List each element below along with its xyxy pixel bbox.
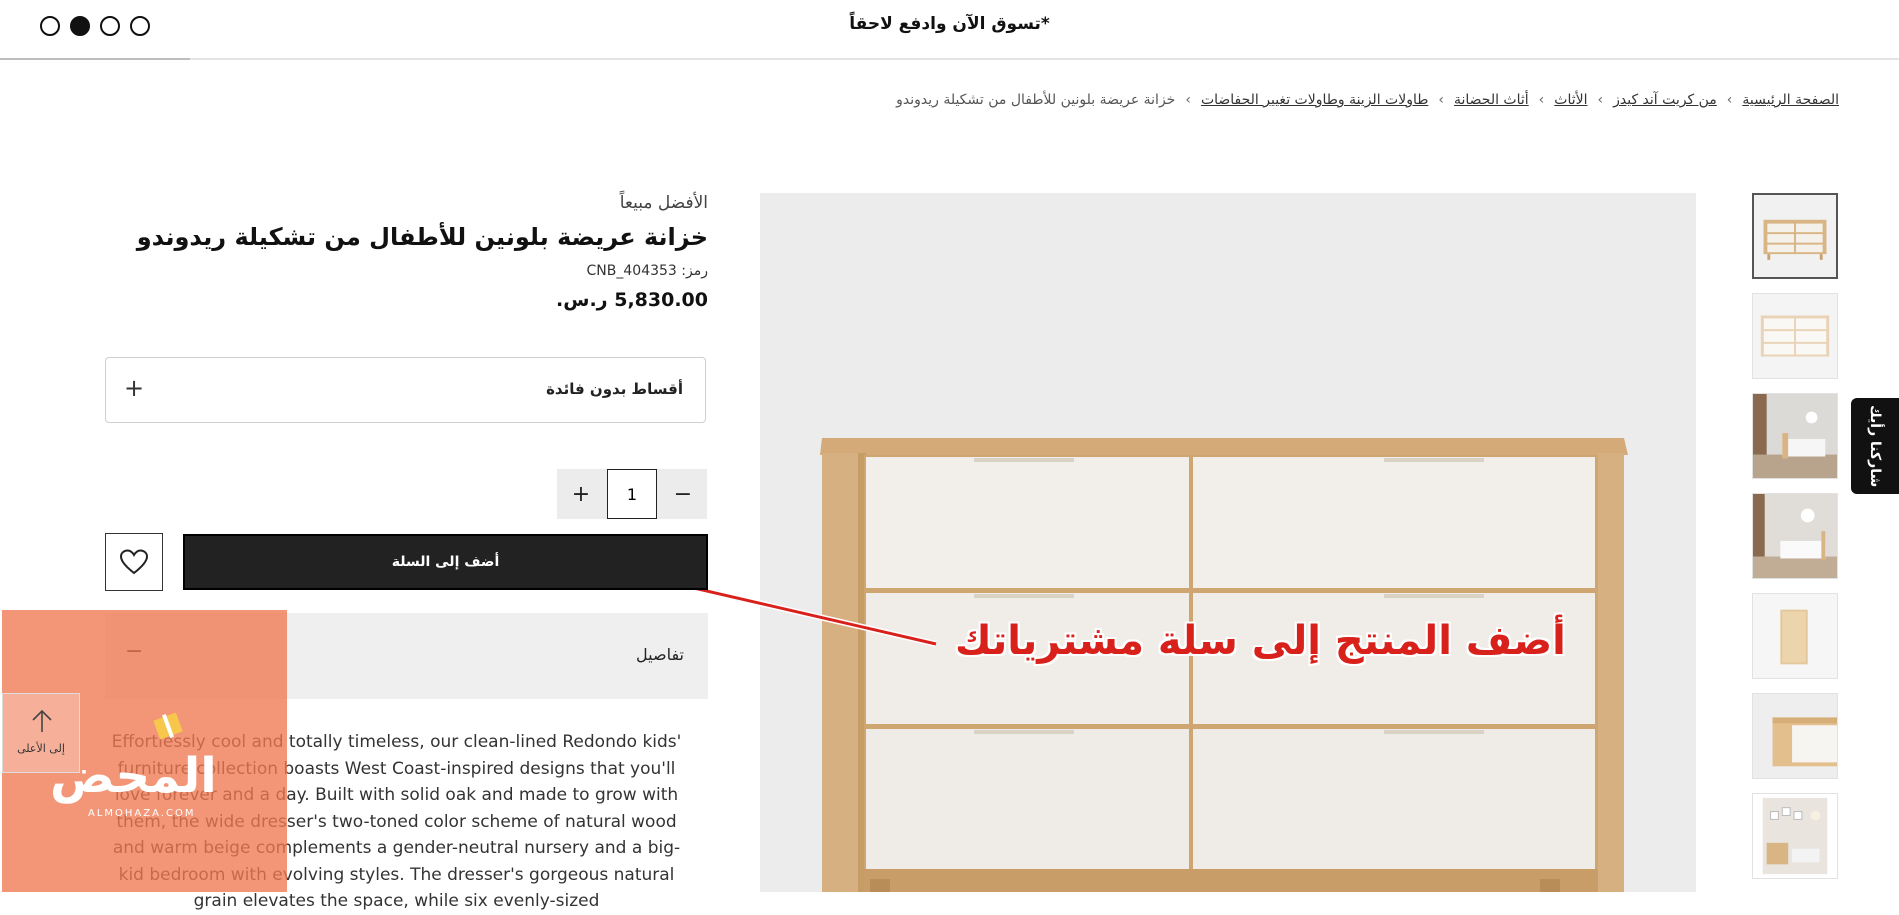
breadcrumb-current: خزانة عريضة بلونين للأطفال من تشكيلة ريد…: [896, 92, 1176, 108]
best-seller-badge: الأفضل مبيعاً: [619, 193, 708, 213]
thumbnail-list: [1752, 193, 1840, 893]
quantity-decrease-button[interactable]: −: [659, 469, 707, 519]
chevron-left-icon: ›: [1597, 92, 1604, 108]
feedback-tab[interactable]: شاركنا رأيك: [1851, 398, 1899, 494]
chevron-left-icon: ›: [1726, 92, 1733, 108]
add-to-cart-button[interactable]: أضف إلى السلة: [183, 534, 708, 590]
breadcrumb-furniture[interactable]: الأثاث: [1554, 92, 1587, 108]
promo-bar: تسوق الآن وادفع لاحقاً*: [0, 0, 1899, 60]
sku-label: رمز:: [681, 263, 708, 279]
chevron-left-icon: ›: [1185, 92, 1191, 108]
price-currency: ر.س.: [556, 289, 608, 311]
thumbnail-nursery-room[interactable]: [1752, 793, 1838, 879]
watermark-subtitle: ALMOHAZA.COM: [88, 808, 196, 819]
arrow-up-icon: [32, 709, 52, 732]
thumbnail-dresser-corner-detail[interactable]: [1752, 693, 1838, 779]
thumbnail-bedroom-scene-2[interactable]: [1752, 493, 1838, 579]
thumbnail-dresser-front-white[interactable]: [1752, 293, 1838, 379]
quantity-stepper: + −: [557, 469, 707, 519]
wishlist-button[interactable]: [105, 533, 163, 591]
breadcrumb-home[interactable]: الصفحة الرئيسية: [1742, 92, 1839, 108]
back-to-top-label: إلى الأعلى: [17, 742, 65, 755]
gift-icon: [153, 712, 183, 740]
product-price: 5,830.00 ر.س.: [556, 289, 708, 311]
breadcrumb-nursery[interactable]: أثاث الحضانة: [1454, 92, 1529, 108]
back-to-top-button[interactable]: إلى الأعلى: [2, 693, 80, 773]
thumbnail-dresser-front[interactable]: [1752, 193, 1838, 279]
chevron-left-icon: ›: [1438, 92, 1444, 108]
breadcrumb-brand[interactable]: من كريت آند كيدز: [1613, 92, 1717, 108]
installments-accordion[interactable]: أقساط بدون فائدة +: [105, 357, 706, 423]
thumbnail-bedroom-scene[interactable]: [1752, 393, 1838, 479]
chevron-left-icon: ›: [1538, 92, 1545, 108]
product-sku: رمز: 404353_CNB: [587, 263, 708, 279]
breadcrumb: الصفحة الرئيسية › من كريت آند كيدز › الأ…: [896, 92, 1839, 108]
details-label: تفاصيل: [636, 645, 684, 664]
promo-text[interactable]: تسوق الآن وادفع لاحقاً*: [0, 14, 1899, 34]
feedback-label: شاركنا رأيك: [1867, 404, 1883, 488]
annotation-text: أضف المنتج إلى سلة مشترياتك: [955, 618, 1566, 664]
heart-icon: [119, 549, 149, 575]
price-amount: 5,830.00: [614, 289, 708, 311]
breadcrumb-dressers[interactable]: طاولات الزينة وطاولات تغيير الحفاضات: [1201, 92, 1428, 108]
plus-icon: +: [124, 374, 145, 402]
thumbnail-dresser-side[interactable]: [1752, 593, 1838, 679]
product-title: خزانة عريضة بلونين للأطفال من تشكيلة ريد…: [136, 223, 708, 251]
quantity-increase-button[interactable]: +: [557, 469, 605, 519]
installments-label: أقساط بدون فائدة: [546, 380, 683, 398]
promo-progress: [0, 58, 190, 60]
quantity-input[interactable]: [607, 469, 657, 519]
sku-value: 404353_CNB: [586, 263, 677, 279]
